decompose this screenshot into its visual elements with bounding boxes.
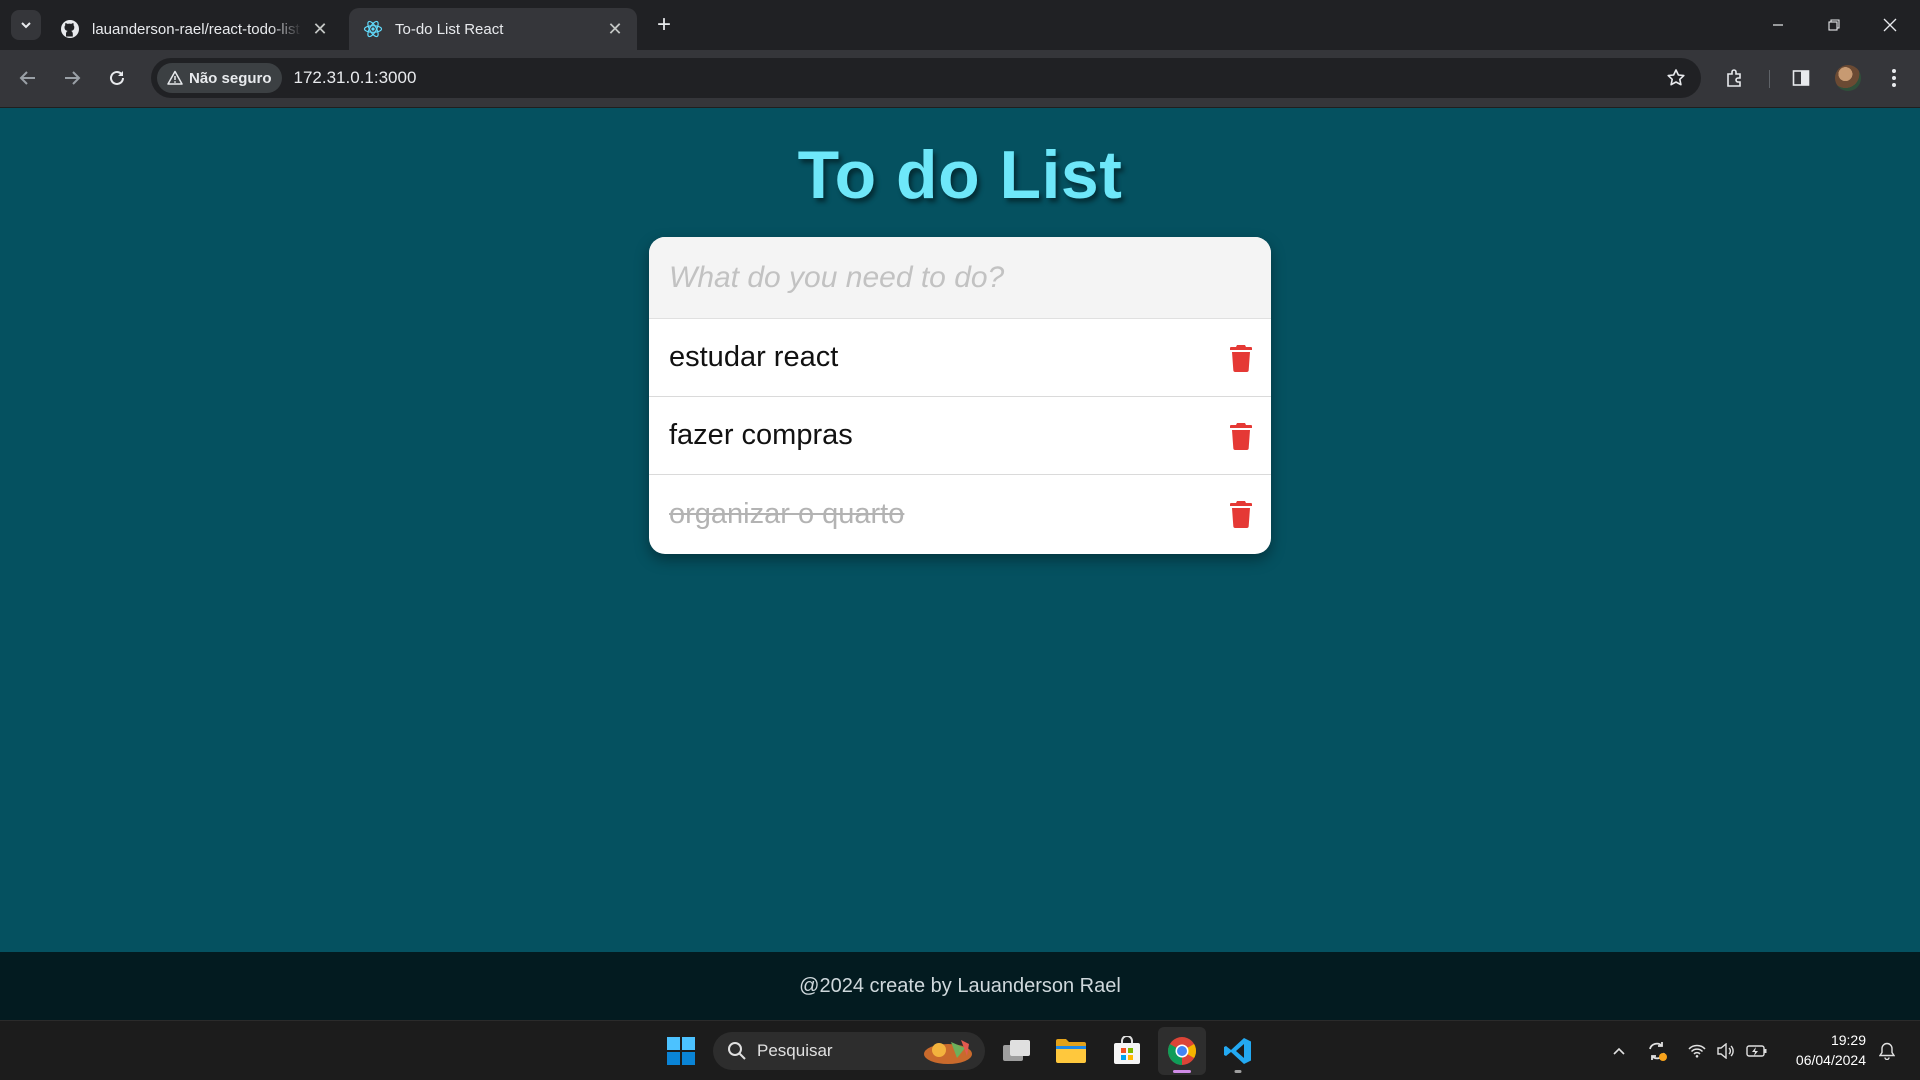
windows-taskbar: Pesquisar 19:29 06/04/2024 xyxy=(0,1020,1920,1080)
tab-todo-react[interactable]: To-do List React ✕ xyxy=(349,8,637,50)
extensions-button[interactable] xyxy=(1719,62,1751,94)
todo-text[interactable]: estudar react xyxy=(669,341,838,374)
volume-icon xyxy=(1717,1043,1734,1059)
todo-text[interactable]: fazer compras xyxy=(669,419,853,452)
microsoft-store-button[interactable] xyxy=(1103,1027,1151,1075)
task-view-button[interactable] xyxy=(993,1027,1041,1075)
todo-item[interactable]: fazer compras xyxy=(649,397,1271,475)
url-text[interactable]: 172.31.0.1:3000 xyxy=(294,68,417,88)
show-hidden-icons-button[interactable] xyxy=(1604,1021,1634,1080)
chevron-up-icon xyxy=(1613,1047,1625,1055)
taskbar-clock[interactable]: 19:29 06/04/2024 xyxy=(1780,1030,1866,1070)
trash-icon[interactable] xyxy=(1229,421,1253,451)
address-bar[interactable]: Não seguro 172.31.0.1:3000 xyxy=(151,58,1701,98)
arrow-left-icon xyxy=(19,71,35,85)
clock-time: 19:29 xyxy=(1830,1032,1866,1048)
new-todo-input[interactable] xyxy=(649,237,1271,319)
sync-icon xyxy=(1649,1042,1667,1061)
vscode-icon xyxy=(1224,1038,1251,1064)
toolbar-divider xyxy=(1769,70,1770,88)
footer-text: @2024 create by Lauanderson Rael xyxy=(799,974,1121,997)
react-icon xyxy=(363,19,383,39)
trash-icon[interactable] xyxy=(1229,343,1253,373)
chrome-icon xyxy=(1168,1037,1196,1065)
restore-icon xyxy=(1828,19,1840,31)
tab-title: To-do List React xyxy=(395,20,504,38)
page-title: To do List xyxy=(797,137,1123,213)
folder-icon xyxy=(1056,1039,1086,1063)
warning-icon xyxy=(167,70,183,86)
file-explorer-button[interactable] xyxy=(1047,1027,1095,1075)
back-button[interactable] xyxy=(12,62,44,94)
side-panel-icon xyxy=(1792,70,1810,86)
security-chip[interactable]: Não seguro xyxy=(157,63,282,93)
todo-card: estudar react fazer compras organizar o … xyxy=(649,237,1271,554)
search-highlight-art-icon xyxy=(924,1040,972,1064)
clock-date: 06/04/2024 xyxy=(1795,1052,1866,1068)
volume-status[interactable] xyxy=(1713,1021,1739,1080)
security-label: Não seguro xyxy=(189,69,272,87)
sync-status-button[interactable] xyxy=(1642,1021,1672,1080)
wifi-status[interactable] xyxy=(1684,1021,1710,1080)
taskbar-search-label: Pesquisar xyxy=(757,1041,833,1060)
close-window-button[interactable] xyxy=(1862,0,1918,50)
battery-status[interactable] xyxy=(1743,1021,1771,1080)
minimize-button[interactable] xyxy=(1750,0,1806,50)
browser-toolbar: Não seguro 172.31.0.1:3000 xyxy=(0,50,1920,108)
reload-icon xyxy=(110,70,124,85)
restore-button[interactable] xyxy=(1806,0,1862,50)
tab-search-button[interactable] xyxy=(11,10,41,40)
profile-button[interactable] xyxy=(1832,62,1864,94)
trash-icon[interactable] xyxy=(1229,499,1253,529)
close-tab-icon[interactable]: ✕ xyxy=(310,19,330,39)
tab-strip: lauanderson-rael/react-todo-list ✕ To-do… xyxy=(0,0,1920,50)
more-vertical-icon xyxy=(1892,69,1896,87)
tab-github[interactable]: lauanderson-rael/react-todo-list ✕ xyxy=(46,8,342,50)
start-button[interactable] xyxy=(657,1027,705,1075)
forward-button[interactable] xyxy=(56,62,88,94)
close-tab-icon[interactable]: ✕ xyxy=(605,19,625,39)
chrome-taskbar-button[interactable] xyxy=(1158,1027,1206,1075)
notifications-button[interactable] xyxy=(1872,1021,1902,1080)
close-icon xyxy=(1883,18,1897,32)
github-icon xyxy=(60,19,80,39)
task-view-icon xyxy=(1003,1040,1030,1061)
browser-menu-button[interactable] xyxy=(1878,62,1910,94)
bookmark-star-icon[interactable] xyxy=(1665,67,1687,89)
minimize-icon xyxy=(1773,24,1783,26)
reload-button[interactable] xyxy=(101,62,133,94)
search-icon xyxy=(728,1042,746,1060)
vscode-taskbar-button[interactable] xyxy=(1214,1027,1262,1075)
bell-icon xyxy=(1879,1042,1895,1060)
puzzle-icon xyxy=(1727,69,1741,87)
page-footer: @2024 create by Lauanderson Rael xyxy=(0,952,1920,1020)
todo-item-completed[interactable]: organizar o quarto xyxy=(649,475,1271,553)
wifi-icon xyxy=(1688,1044,1706,1058)
taskbar-search[interactable]: Pesquisar xyxy=(713,1032,985,1070)
chevron-down-icon xyxy=(21,22,31,29)
windows-logo-icon xyxy=(667,1037,695,1065)
avatar xyxy=(1835,65,1861,91)
store-icon xyxy=(1114,1036,1140,1064)
page-content: To do List estudar react fazer compras o… xyxy=(0,108,1920,952)
battery-charging-icon xyxy=(1746,1045,1767,1057)
new-tab-button[interactable]: + xyxy=(651,11,677,38)
active-app-indicator xyxy=(1173,1070,1191,1073)
todo-item[interactable]: estudar react xyxy=(649,319,1271,397)
tab-title: lauanderson-rael/react-todo-list xyxy=(92,20,300,38)
arrow-right-icon xyxy=(65,71,81,85)
todo-text[interactable]: organizar o quarto xyxy=(669,498,904,531)
side-panel-button[interactable] xyxy=(1785,62,1817,94)
running-app-indicator xyxy=(1234,1070,1242,1073)
